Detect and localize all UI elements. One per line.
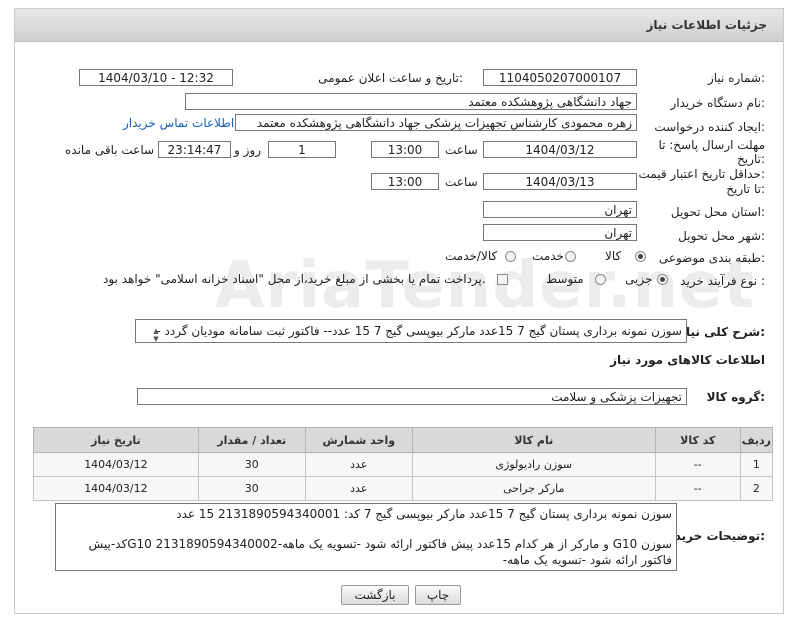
back-button[interactable]: بازگشت [341, 585, 409, 605]
cell-name: مارکر جراحی [411, 476, 656, 501]
remaining-time-field: 23:14:47 [158, 141, 231, 158]
table-row: 1 -- سوزن رادیولوژی عدد 30 1404/03/12 [33, 452, 774, 477]
goods-group-label: گروه کالا: [706, 390, 765, 404]
process-option-medium: متوسط [546, 272, 584, 286]
goods-group-field: تجهیزات پزشکی و سلامت [137, 388, 687, 405]
deadline-date-field: 1404/03/12 [483, 141, 637, 158]
contact-buyer-link[interactable]: اطلاعات تماس خریدار [123, 116, 234, 130]
cell-date: 1404/03/12 [33, 452, 199, 477]
province-label: استان محل تحویل: [670, 205, 765, 219]
process-option-minor: جزیی [625, 272, 653, 286]
cell-qty: 30 [197, 476, 306, 501]
process-radio-medium[interactable] [595, 274, 606, 285]
city-label: شهر محل تحویل: [678, 229, 765, 243]
buyer-notes-field: سوزن نمونه برداری پستان گیج 7 15عدد مارک… [55, 503, 677, 571]
items-table: ردیف کد کالا نام کالا واحد شمارش تعداد /… [33, 427, 774, 501]
col-date: تاریخ نیاز [33, 427, 199, 453]
days-field: 1 [268, 141, 336, 158]
cell-unit: عدد [304, 452, 413, 477]
cell-code: -- [654, 452, 741, 477]
buyer-org-label: نام دستگاه خریدار: [670, 96, 766, 110]
cell-name: سوزن رادیولوژی [411, 452, 656, 477]
deadline-label-2: تاریخ: [737, 152, 765, 166]
category-radio-service[interactable] [565, 251, 576, 262]
validity-date-field: 1404/03/13 [483, 173, 637, 190]
col-name: نام کالا [411, 427, 656, 453]
category-option-goods: کالا [605, 249, 622, 263]
buyer-org-field: جهاد دانشگاهی پژوهشکده معتمد [185, 93, 637, 110]
process-radio-minor[interactable] [657, 274, 668, 285]
buyer-notes-label: توضیحات خریدار: [663, 529, 765, 543]
treasury-note: پرداخت تمام یا بخشی از مبلغ خرید،از محل … [103, 272, 486, 286]
announce-label: تاریخ و ساعت اعلان عمومی: [318, 71, 463, 85]
province-field: تهران [483, 201, 637, 218]
cell-unit: عدد [304, 476, 413, 501]
table-row: 2 -- مارکر جراحی عدد 30 1404/03/12 [33, 476, 774, 501]
validity-time-label: ساعت [445, 175, 478, 189]
remaining-label: ساعت باقی مانده [65, 143, 155, 157]
validity-label-2: تا تاریخ: [726, 182, 765, 196]
buyer-notes-line1: سوزن نمونه برداری پستان گیج 7 15عدد مارک… [176, 507, 672, 521]
cell-date: 1404/03/12 [33, 476, 199, 501]
cell-qty: 30 [197, 452, 306, 477]
validity-label-1: حداقل تاریخ اعتبار قیمت: [638, 167, 765, 181]
header-bar: جزئیات اطلاعات نیاز [15, 9, 783, 42]
col-qty: تعداد / مقدار [197, 427, 306, 453]
col-row: ردیف [739, 427, 774, 453]
category-option-service: خدمت [532, 249, 564, 263]
requester-label: ایجاد کننده درخواست: [654, 120, 765, 134]
validity-time-field: 13:00 [371, 173, 439, 190]
process-label: نوع فرآیند خرید : [680, 274, 765, 288]
category-option-both: کالا/خدمت [445, 249, 498, 263]
col-unit: واحد شمارش [304, 427, 413, 453]
cell-row: 2 [739, 476, 774, 501]
deadline-label-1: مهلت ارسال پاسخ: تا [658, 138, 765, 152]
need-number-label: شماره نیاز: [707, 71, 765, 85]
summary-label: شرح کلی نیاز: [679, 325, 765, 339]
summary-scroll-arrows-icon[interactable]: ▲ ▼ [151, 327, 161, 343]
category-radio-both[interactable] [505, 251, 516, 262]
col-code: کد کالا [654, 427, 741, 453]
city-field: تهران [483, 224, 637, 241]
details-panel: جزئیات اطلاعات نیاز AriaTender.net شماره… [14, 8, 784, 614]
goods-info-title: اطلاعات کالاهای مورد نیاز [610, 353, 765, 367]
print-button[interactable]: چاپ [415, 585, 461, 605]
category-radio-goods[interactable] [635, 251, 646, 262]
treasury-checkbox[interactable] [497, 274, 508, 285]
items-table-header: ردیف کد کالا نام کالا واحد شمارش تعداد /… [33, 427, 774, 453]
need-number-field: 1104050207000107 [483, 69, 637, 86]
cell-code: -- [654, 476, 741, 501]
deadline-time-field: 13:00 [371, 141, 439, 158]
days-label: روز و [234, 143, 261, 157]
buyer-notes-line2: سوزن G10 و مارکر از هر کدام 15عدد پیش فا… [88, 537, 672, 567]
summary-field: سوزن نمونه برداری پستان گیج 7 15عدد مارک… [135, 319, 687, 343]
deadline-time-label: ساعت [445, 143, 478, 157]
category-label: طبقه بندی موضوعی: [658, 251, 765, 265]
page-title: جزئیات اطلاعات نیاز [646, 18, 767, 32]
requester-field: زهره محمودی کارشناس تجهیزات پزشکی جهاد د… [235, 114, 637, 131]
cell-row: 1 [739, 452, 774, 477]
announce-field: 1404/03/10 - 12:32 [79, 69, 233, 86]
